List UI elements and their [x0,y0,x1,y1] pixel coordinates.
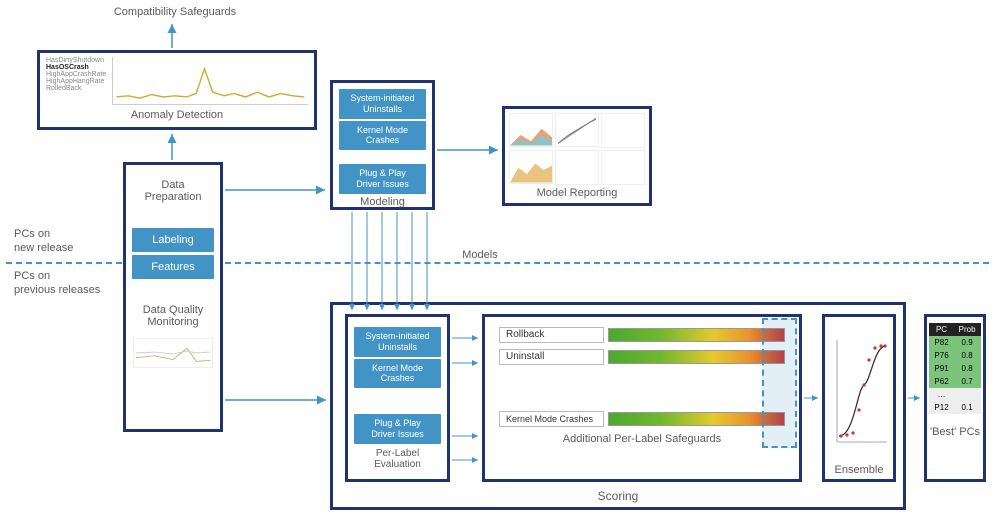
models-label: Models [445,249,515,261]
modeling-pill: Kernel Mode Crashes [339,121,426,151]
safeguards-title: Additional Per-Label Safeguards [489,433,795,445]
bar-row: Uninstall [499,349,785,365]
dqm-title: Data Quality [132,304,214,316]
dqm-chart [133,338,213,368]
ple-pill: Plug & Play Driver Issues [354,414,441,444]
anomaly-chart [112,57,308,105]
bar-label: Uninstall [499,349,604,365]
ple-pill: System-initiated Uninstalls [354,327,441,357]
data-prep-box: Data Preparation Labeling Features Data … [123,162,223,432]
ensemble-chart [829,321,889,459]
modeling-pill: System-initiated Uninstalls [339,89,426,119]
legend-item: HasDirtyShutdown [46,57,106,64]
safeguards-box: Rollback Uninstall Kernel Mode Crashes A… [482,314,802,482]
features-pill: Features [132,255,214,279]
bar [608,328,785,342]
anomaly-legend: HasDirtyShutdown HasOSCrash HighAppCrash… [46,57,106,105]
report-thumb [509,150,553,184]
divider [6,262,122,264]
side-label: PCs on [14,228,50,240]
bar-label: Kernel Mode Crashes [499,411,604,427]
legend-item: HasOSCrash [46,64,106,71]
bar [608,350,785,364]
best-pcs-box: PCProb P820.9 P760.8 P910.8 P620.7 … P12… [924,314,986,482]
reporting-title: Model Reporting [509,187,645,199]
model-reporting-box: Model Reporting [502,106,652,206]
modeling-title: Modeling [339,196,426,208]
side-label: new release [14,242,73,254]
data-prep-title2: Preparation [132,191,214,203]
legend-item: RolledBack [46,85,106,92]
bar-row: Rollback [499,327,785,343]
ensemble-box: Ensemble [822,314,896,482]
report-thumb [555,113,599,147]
anomaly-detection-box: HasDirtyShutdown HasOSCrash HighAppCrash… [37,50,317,130]
selection-highlight [762,318,797,448]
labeling-pill: Labeling [132,228,214,252]
scoring-title: Scoring [333,489,903,503]
bar-label: Rollback [499,327,604,343]
best-title: 'Best' PCs [929,426,981,438]
data-prep-title: Data [132,179,214,191]
modeling-box: System-initiated Uninstalls Kernel Mode … [330,80,435,210]
side-label: PCs on [14,270,50,282]
compat-safeguards-label: Compatibility Safeguards [90,6,260,18]
ple-title: Per-Label Evaluation [354,448,441,470]
th: Prob [954,323,981,336]
best-pcs-table: PCProb P820.9 P760.8 P910.8 P620.7 … P12… [929,323,980,414]
side-label: previous releases [14,284,100,296]
ple-pill: Kernel Mode Crashes [354,359,441,389]
report-thumb [509,113,553,147]
modeling-pill: Plug & Play Driver Issues [339,164,426,194]
divider [225,262,989,264]
ensemble-title: Ensemble [829,464,889,476]
per-label-eval-box: System-initiated Uninstalls Kernel Mode … [345,314,450,482]
th: PC [929,323,953,336]
anomaly-title: Anomaly Detection [40,109,314,121]
bar-row: Kernel Mode Crashes [499,411,785,427]
legend-item: HighAppCrashRate [46,71,106,78]
dqm-title2: Monitoring [132,316,214,328]
bar [608,412,785,426]
legend-item: HighAppHangRate [46,78,106,85]
